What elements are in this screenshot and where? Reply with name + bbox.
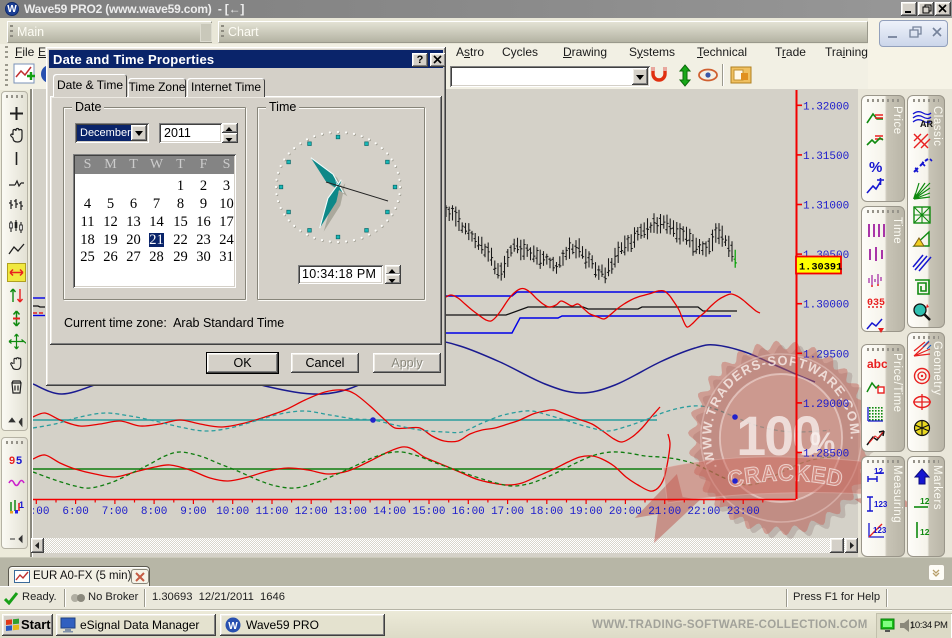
svg-text:9:00: 9:00 <box>180 506 206 518</box>
svg-text:13:00: 13:00 <box>334 506 367 518</box>
svg-text:8:00: 8:00 <box>141 506 167 518</box>
svg-text:12:00: 12:00 <box>295 506 328 518</box>
svg-text:abc: abc <box>867 357 887 371</box>
svg-text:20:00: 20:00 <box>609 506 642 518</box>
svg-text:21:00: 21:00 <box>648 506 681 518</box>
svg-text:18:00: 18:00 <box>530 506 563 518</box>
svg-text:AR: AR <box>920 119 933 129</box>
svg-text:%: % <box>869 159 882 176</box>
svg-text:1.31500: 1.31500 <box>803 151 849 163</box>
svg-text:12: 12 <box>920 527 930 537</box>
svg-text:12: 12 <box>874 467 883 476</box>
svg-text:1.32000: 1.32000 <box>803 101 849 113</box>
svg-text:19:00: 19:00 <box>570 506 603 518</box>
svg-text:1.31000: 1.31000 <box>803 201 849 213</box>
svg-text:10:00: 10:00 <box>216 506 249 518</box>
svg-text:123: 123 <box>873 526 887 535</box>
svg-text:17:00: 17:00 <box>491 506 524 518</box>
svg-text:7:00: 7:00 <box>102 506 128 518</box>
svg-text:16:00: 16:00 <box>452 506 485 518</box>
svg-text:5:00: 5:00 <box>23 506 49 518</box>
svg-text:1.30000: 1.30000 <box>803 300 849 312</box>
svg-text:6:00: 6:00 <box>62 506 88 518</box>
svg-text:15:00: 15:00 <box>412 506 445 518</box>
svg-text:123: 123 <box>874 500 887 509</box>
svg-text:1.30391: 1.30391 <box>799 262 842 274</box>
svg-text:22:00: 22:00 <box>687 506 720 518</box>
svg-text:12: 12 <box>920 496 930 506</box>
svg-text:1.28500: 1.28500 <box>803 449 849 461</box>
svg-text:23:00: 23:00 <box>727 506 760 518</box>
svg-text:1.29500: 1.29500 <box>803 349 849 361</box>
svg-text:1.29000: 1.29000 <box>803 399 849 411</box>
svg-text:14:00: 14:00 <box>373 506 406 518</box>
svg-text:11:00: 11:00 <box>255 506 288 518</box>
